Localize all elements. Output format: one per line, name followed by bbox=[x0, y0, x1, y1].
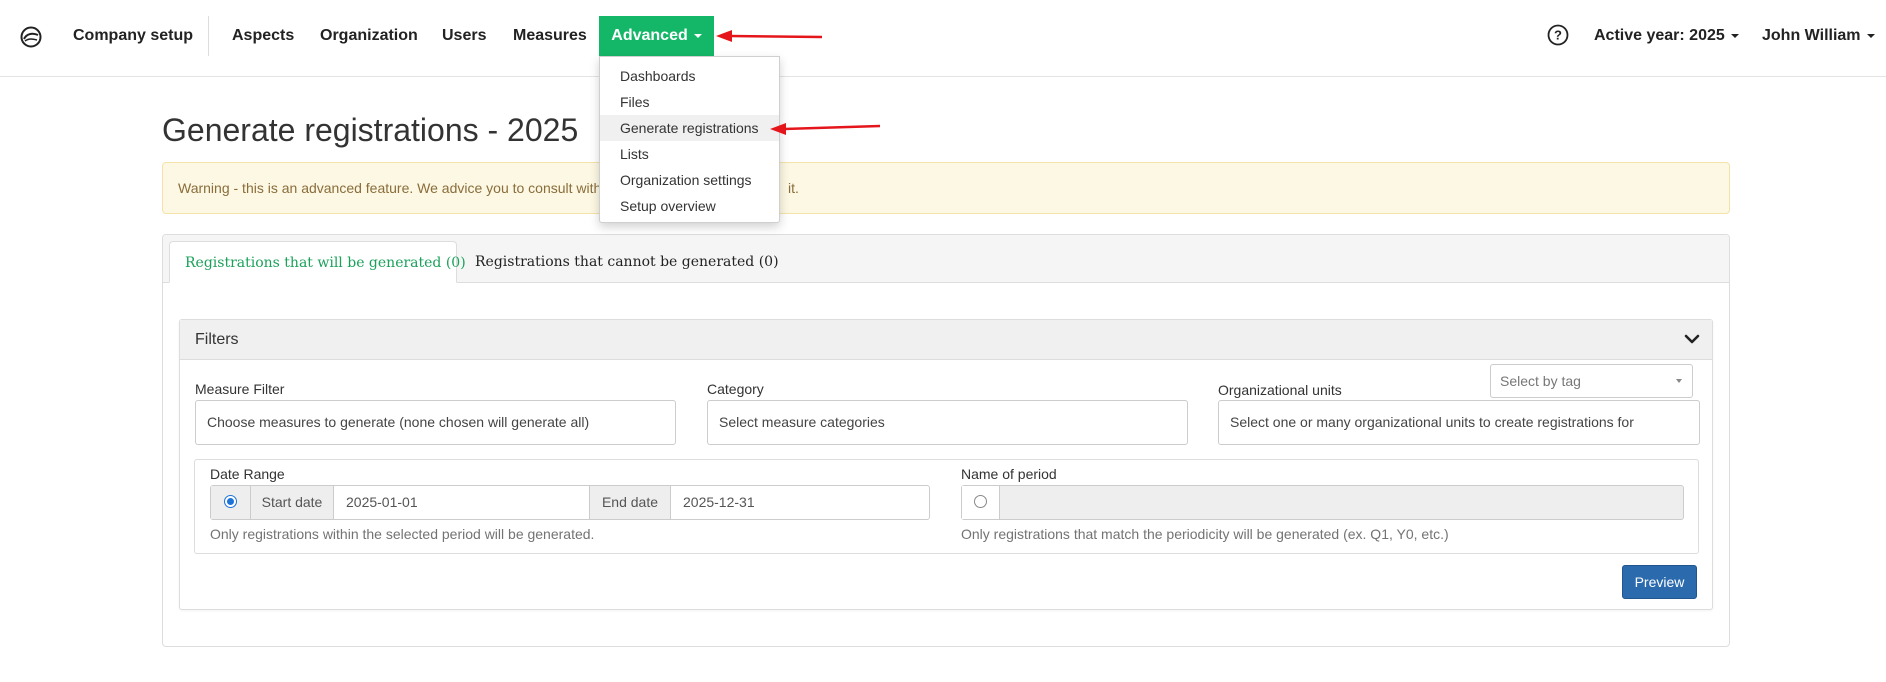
menu-item-setup-overview[interactable]: Setup overview bbox=[600, 193, 779, 219]
filters-header[interactable]: Filters bbox=[180, 320, 1712, 360]
user-name: John William bbox=[1762, 27, 1861, 44]
menu-item-generate-registrations[interactable]: Generate registrations bbox=[600, 115, 779, 141]
caret-down-icon bbox=[1866, 33, 1875, 38]
tag-select[interactable]: Select by tag bbox=[1490, 364, 1693, 398]
menu-item-lists[interactable]: Lists bbox=[600, 141, 779, 167]
nav-organization[interactable]: Organization bbox=[320, 0, 418, 72]
date-range-radio[interactable] bbox=[224, 495, 237, 508]
nav-company-setup[interactable]: Company setup bbox=[73, 0, 193, 72]
nav-advanced-button[interactable]: Advanced bbox=[599, 16, 714, 56]
leaf-circle-icon[interactable] bbox=[18, 24, 44, 50]
registrations-panel: Registrations that will be generated (0)… bbox=[162, 234, 1730, 647]
org-units-label: Organizational units bbox=[1218, 382, 1342, 398]
caret-down-icon bbox=[693, 33, 702, 38]
caret-down-icon bbox=[1676, 379, 1682, 383]
date-range-group: Start date 2025-01-01 End date 2025-12-3… bbox=[210, 485, 930, 520]
active-year-dropdown[interactable]: Active year: 2025 bbox=[1594, 0, 1739, 72]
user-menu[interactable]: John William bbox=[1762, 0, 1875, 72]
caret-down-icon bbox=[1730, 33, 1739, 38]
warning-alert: Warning - this is an advanced feature. W… bbox=[162, 162, 1730, 214]
period-radio-addon bbox=[962, 486, 1000, 519]
date-range-help: Only registrations within the selected p… bbox=[210, 526, 595, 542]
measure-filter-label: Measure Filter bbox=[195, 381, 285, 397]
menu-item-files[interactable]: Files bbox=[600, 89, 779, 115]
period-name-label: Name of period bbox=[961, 466, 1057, 482]
chevron-down-icon[interactable] bbox=[1684, 331, 1700, 347]
preview-button[interactable]: Preview bbox=[1622, 565, 1697, 599]
tag-select-placeholder: Select by tag bbox=[1500, 373, 1581, 389]
end-date-addon: End date bbox=[589, 486, 671, 519]
period-name-group bbox=[961, 485, 1684, 520]
category-label: Category bbox=[707, 381, 764, 397]
category-select[interactable]: Select measure categories bbox=[707, 400, 1188, 445]
nav-advanced-label: Advanced bbox=[611, 27, 688, 44]
warning-text: Warning - this is an advanced feature. W… bbox=[178, 180, 602, 196]
nav-measures[interactable]: Measures bbox=[513, 0, 587, 72]
org-units-select[interactable]: Select one or many organizational units … bbox=[1218, 400, 1700, 445]
filters-title: Filters bbox=[195, 331, 239, 348]
arrow-to-generate-registrations bbox=[770, 123, 881, 135]
period-box: Date Range Start date 2025-01-01 End dat… bbox=[194, 459, 1699, 554]
page-title: Generate registrations - 2025 bbox=[162, 112, 579, 148]
warning-text-tail: it. bbox=[788, 180, 799, 196]
date-range-radio-addon bbox=[211, 486, 251, 519]
nav-users[interactable]: Users bbox=[442, 0, 486, 72]
date-range-label: Date Range bbox=[210, 466, 285, 482]
tab-bar: Registrations that will be generated (0)… bbox=[163, 235, 1729, 283]
period-radio[interactable] bbox=[974, 495, 987, 508]
period-help: Only registrations that match the period… bbox=[961, 526, 1449, 542]
start-date-input[interactable]: 2025-01-01 bbox=[334, 486, 536, 519]
start-date-addon: Start date bbox=[251, 486, 334, 519]
menu-item-dashboards[interactable]: Dashboards bbox=[600, 63, 779, 89]
svg-text:?: ? bbox=[1554, 28, 1562, 43]
period-name-input[interactable] bbox=[1000, 486, 1682, 519]
measure-filter-select[interactable]: Choose measures to generate (none chosen… bbox=[195, 400, 676, 445]
tab-cannot-be-generated[interactable]: Registrations that cannot be generated (… bbox=[475, 241, 779, 282]
nav-aspects[interactable]: Aspects bbox=[232, 0, 294, 72]
menu-item-organization-settings[interactable]: Organization settings bbox=[600, 167, 779, 193]
top-navbar: Company setup Aspects Organization Users… bbox=[0, 0, 1886, 77]
filters-panel: Filters Measure Filter Choose measures t… bbox=[179, 319, 1713, 610]
advanced-dropdown-menu: Dashboards Files Generate registrations … bbox=[599, 56, 780, 223]
end-date-input[interactable]: 2025-12-31 bbox=[671, 486, 923, 519]
active-year-label: Active year: 2025 bbox=[1594, 27, 1725, 44]
tab-will-be-generated[interactable]: Registrations that will be generated (0) bbox=[169, 241, 466, 283]
nav-divider bbox=[208, 16, 209, 56]
question-circle-icon[interactable]: ? bbox=[1547, 24, 1569, 46]
